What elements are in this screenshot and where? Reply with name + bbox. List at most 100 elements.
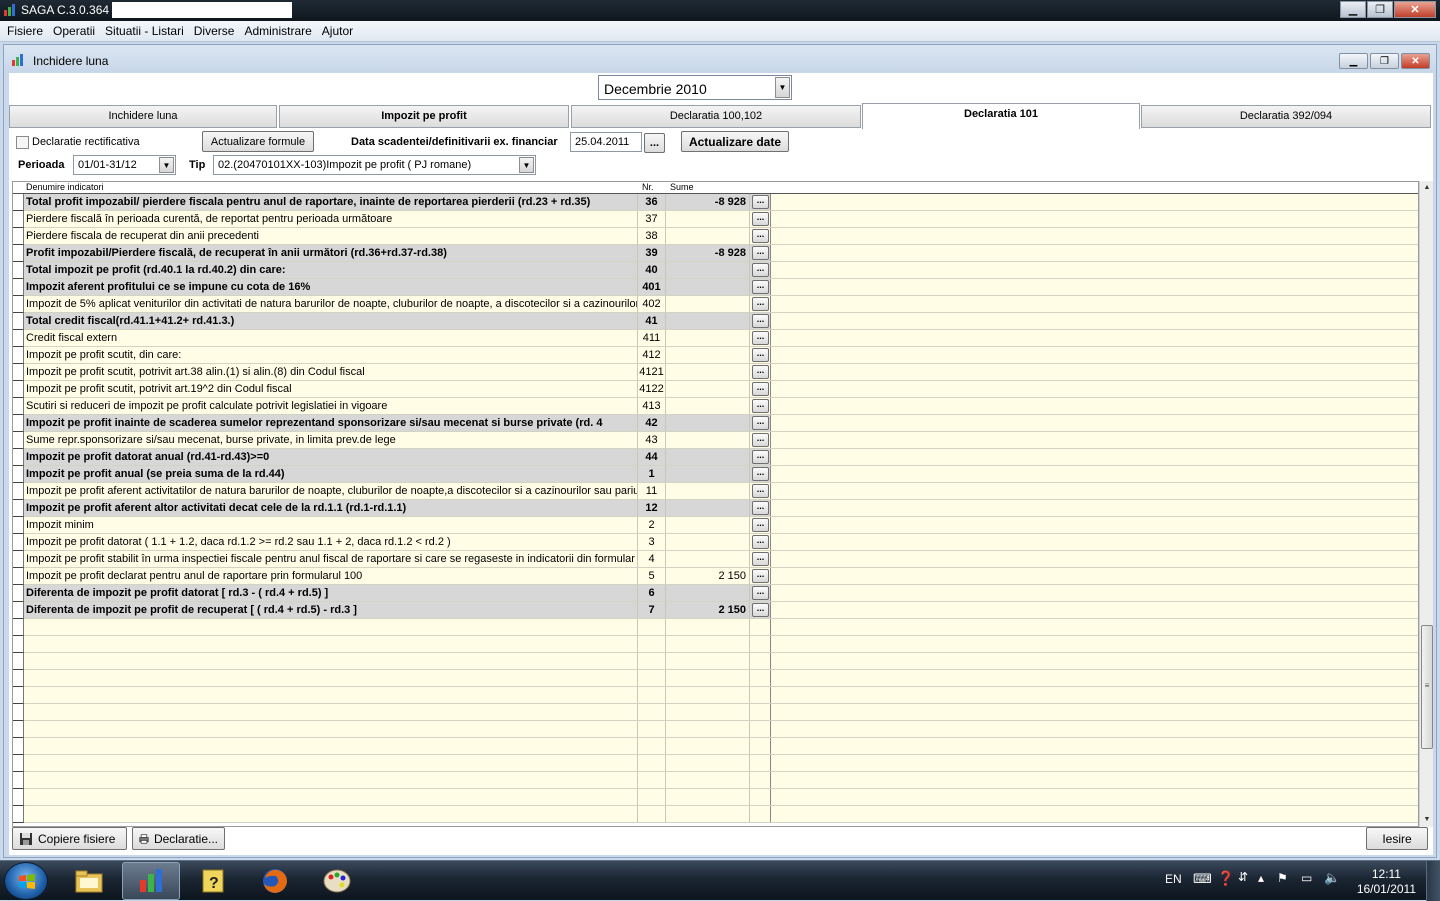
table-row[interactable]: Impozit pe profit datorat anual (rd.41-r… bbox=[13, 449, 1418, 466]
table-row[interactable]: Impozit pe profit declarat pentru anul d… bbox=[13, 568, 1418, 585]
clock[interactable]: 12:11 16/01/2011 bbox=[1357, 867, 1416, 897]
indicator-name-cell[interactable]: Impozit pe profit stabilit în urma inspe… bbox=[24, 551, 638, 567]
table-row[interactable]: Total impozit pe profit (rd.40.1 la rd.4… bbox=[13, 262, 1418, 279]
empty-table-row[interactable] bbox=[13, 653, 1418, 670]
indicator-nr-cell[interactable] bbox=[638, 687, 666, 703]
row-indicator[interactable] bbox=[13, 449, 24, 466]
edit-cell-button[interactable]: ... bbox=[752, 314, 769, 328]
indicator-sum-cell[interactable] bbox=[666, 517, 750, 533]
date-picker-button[interactable]: ... bbox=[644, 133, 665, 153]
indicator-sum-cell[interactable] bbox=[666, 772, 750, 788]
row-indicator[interactable] bbox=[13, 568, 24, 585]
indicator-sum-cell[interactable] bbox=[666, 398, 750, 414]
indicator-nr-cell[interactable] bbox=[638, 619, 666, 635]
indicator-name-cell[interactable]: Impozit pe profit anual (se preia suma d… bbox=[24, 466, 638, 482]
row-indicator[interactable] bbox=[13, 772, 24, 789]
empty-table-row[interactable] bbox=[13, 806, 1418, 823]
indicator-sum-cell[interactable] bbox=[666, 432, 750, 448]
row-indicator[interactable] bbox=[13, 755, 24, 772]
row-indicator[interactable] bbox=[13, 721, 24, 738]
indicator-sum-cell[interactable]: 2 150 bbox=[666, 602, 750, 618]
declaratie-button[interactable]: Declaratie... bbox=[132, 827, 225, 850]
table-row[interactable]: Total profit impozabil/ pierdere fiscala… bbox=[13, 194, 1418, 211]
iesire-button[interactable]: Iesire bbox=[1366, 827, 1428, 850]
table-row[interactable]: Impozit aferent profitului ce se impune … bbox=[13, 279, 1418, 296]
close-window-button[interactable]: ✕ bbox=[1401, 53, 1430, 69]
indicator-name-cell[interactable] bbox=[24, 755, 638, 771]
indicator-nr-cell[interactable]: 412 bbox=[638, 347, 666, 363]
indicator-name-cell[interactable]: Impozit pe profit aferent activitatilor … bbox=[24, 483, 638, 499]
show-desktop-button[interactable] bbox=[1426, 861, 1440, 901]
menu-operatii[interactable]: Operatii bbox=[48, 24, 100, 38]
table-row[interactable]: Impozit pe profit scutit, din care: 412..… bbox=[13, 347, 1418, 364]
row-indicator[interactable] bbox=[13, 415, 24, 432]
row-indicator[interactable] bbox=[13, 483, 24, 500]
indicator-nr-cell[interactable] bbox=[638, 755, 666, 771]
edit-cell-button[interactable]: ... bbox=[752, 212, 769, 226]
indicator-sum-cell[interactable] bbox=[666, 755, 750, 771]
row-indicator[interactable] bbox=[13, 347, 24, 364]
indicator-sum-cell[interactable] bbox=[666, 330, 750, 346]
row-indicator[interactable] bbox=[13, 432, 24, 449]
vertical-scrollbar[interactable]: ▲ ≡ ▼ bbox=[1419, 181, 1433, 827]
indicator-nr-cell[interactable]: 4121 bbox=[638, 364, 666, 380]
indicator-nr-cell[interactable] bbox=[638, 806, 666, 822]
edit-cell-button[interactable]: ... bbox=[752, 348, 769, 362]
indicator-nr-cell[interactable]: 12 bbox=[638, 500, 666, 516]
empty-table-row[interactable] bbox=[13, 636, 1418, 653]
indicator-name-cell[interactable]: Impozit pe profit scutit, potrivit art.1… bbox=[24, 381, 638, 397]
empty-table-row[interactable] bbox=[13, 755, 1418, 772]
empty-table-row[interactable] bbox=[13, 789, 1418, 806]
empty-table-row[interactable] bbox=[13, 619, 1418, 636]
indicator-nr-cell[interactable]: 6 bbox=[638, 585, 666, 601]
tab-declaratia-392-094[interactable]: Declaratia 392/094 bbox=[1141, 105, 1431, 128]
scroll-down-icon[interactable]: ▼ bbox=[1420, 813, 1434, 827]
indicator-nr-cell[interactable]: 7 bbox=[638, 602, 666, 618]
indicator-nr-cell[interactable]: 40 bbox=[638, 262, 666, 278]
indicator-name-cell[interactable]: Impozit pe profit scutit, potrivit art.3… bbox=[24, 364, 638, 380]
indicator-nr-cell[interactable]: 401 bbox=[638, 279, 666, 295]
indicator-nr-cell[interactable]: 38 bbox=[638, 228, 666, 244]
indicator-nr-cell[interactable] bbox=[638, 738, 666, 754]
indicator-nr-cell[interactable]: 37 bbox=[638, 211, 666, 227]
empty-table-row[interactable] bbox=[13, 687, 1418, 704]
edit-cell-button[interactable]: ... bbox=[752, 603, 769, 617]
row-indicator[interactable] bbox=[13, 704, 24, 721]
table-row[interactable]: Impozit minim 2... bbox=[13, 517, 1418, 534]
edit-cell-button[interactable]: ... bbox=[752, 433, 769, 447]
indicator-sum-cell[interactable] bbox=[666, 789, 750, 805]
indicator-sum-cell[interactable] bbox=[666, 262, 750, 278]
restore-window-button[interactable]: ❐ bbox=[1370, 53, 1399, 69]
indicator-name-cell[interactable]: Impozit pe profit datorat anual (rd.41-r… bbox=[24, 449, 638, 465]
edit-cell-button[interactable]: ... bbox=[752, 365, 769, 379]
indicator-sum-cell[interactable] bbox=[666, 466, 750, 482]
menu-fisiere[interactable]: Fisiere bbox=[2, 24, 48, 38]
indicator-sum-cell[interactable] bbox=[666, 738, 750, 754]
indicator-nr-cell[interactable]: 41 bbox=[638, 313, 666, 329]
taskbar-paint[interactable] bbox=[308, 862, 366, 900]
edit-cell-button[interactable]: ... bbox=[752, 518, 769, 532]
indicator-name-cell[interactable]: Pierdere fiscală în perioada curentă, de… bbox=[24, 211, 638, 227]
row-indicator[interactable] bbox=[13, 670, 24, 687]
table-row[interactable]: Sume repr.sponsorizare si/sau mecenat, b… bbox=[13, 432, 1418, 449]
row-indicator[interactable] bbox=[13, 398, 24, 415]
edit-cell-button[interactable]: ... bbox=[752, 484, 769, 498]
usb-icon[interactable]: ⇵ bbox=[1238, 870, 1248, 884]
edit-cell-button[interactable]: ... bbox=[752, 450, 769, 464]
help-tray-icon[interactable]: ❓ bbox=[1217, 870, 1234, 887]
indicator-name-cell[interactable]: Impozit pe profit declarat pentru anul d… bbox=[24, 568, 638, 584]
edit-cell-button[interactable]: ... bbox=[752, 331, 769, 345]
indicator-name-cell[interactable]: Impozit de 5% aplicat veniturilor din ac… bbox=[24, 296, 638, 312]
indicator-sum-cell[interactable] bbox=[666, 721, 750, 737]
indicator-name-cell[interactable]: Total profit impozabil/ pierdere fiscala… bbox=[24, 194, 638, 210]
indicator-name-cell[interactable] bbox=[24, 653, 638, 669]
indicator-name-cell[interactable] bbox=[24, 772, 638, 788]
indicator-name-cell[interactable] bbox=[24, 619, 638, 635]
indicator-nr-cell[interactable] bbox=[638, 636, 666, 652]
indicator-sum-cell[interactable] bbox=[666, 364, 750, 380]
flag-icon[interactable]: ⚑ bbox=[1277, 871, 1288, 885]
table-row[interactable]: Diferenta de impozit pe profit de recupe… bbox=[13, 602, 1418, 619]
taskbar-explorer[interactable] bbox=[60, 862, 118, 900]
indicator-nr-cell[interactable]: 44 bbox=[638, 449, 666, 465]
table-row[interactable]: Pierdere fiscala de recuperat din anii p… bbox=[13, 228, 1418, 245]
